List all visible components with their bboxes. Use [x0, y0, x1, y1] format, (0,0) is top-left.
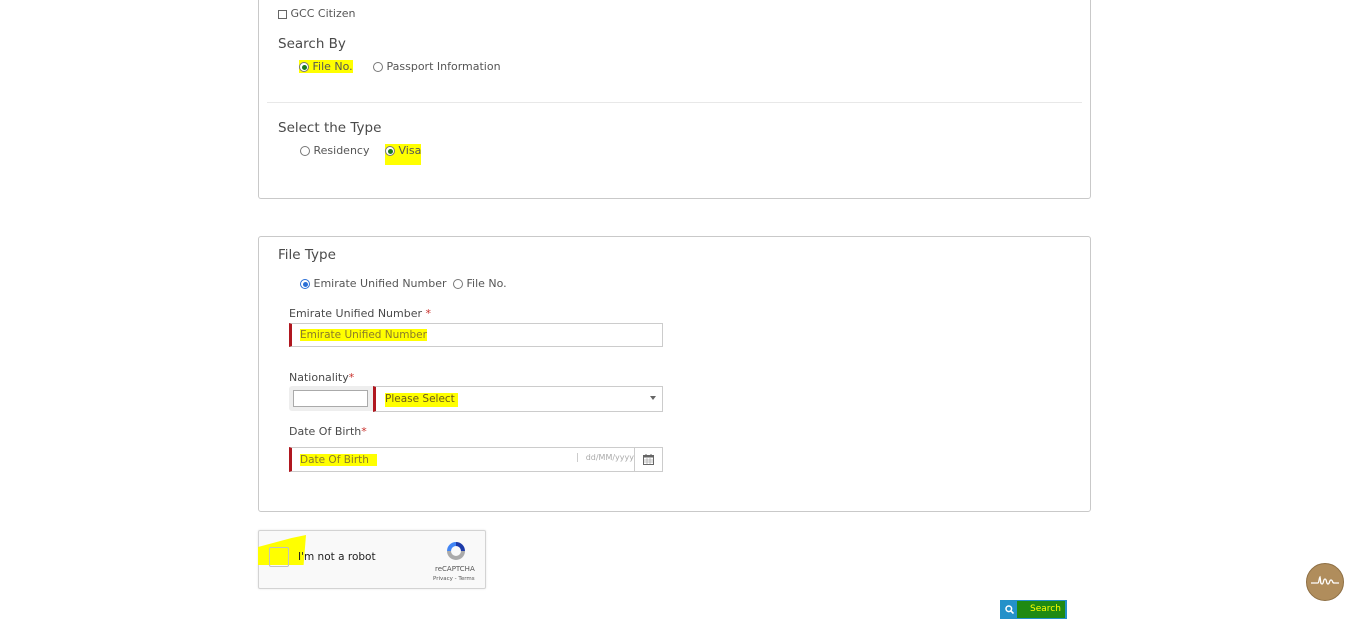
file-type-panel: File Type Emirate Unified Number File No… — [258, 236, 1091, 512]
recaptcha-brand: reCAPTCHA — [435, 565, 475, 573]
radio-icon — [453, 279, 463, 289]
radio-selected-icon — [385, 146, 395, 156]
type-visa-radio[interactable]: Visa — [385, 144, 422, 165]
file-type-heading: File Type — [278, 247, 336, 263]
search-by-file-no-radio[interactable]: File No. — [299, 60, 353, 73]
search-by-passport-radio[interactable]: Passport Information — [373, 60, 501, 73]
radio-icon — [373, 62, 383, 72]
search-button-label: Search — [1030, 604, 1061, 614]
nationality-code-wrapper — [289, 386, 373, 411]
search-button-label-bg: Search — [1017, 601, 1065, 618]
file-type-unified-radio[interactable]: Emirate Unified Number — [300, 277, 447, 290]
nationality-code-input[interactable] — [293, 390, 368, 407]
search-by-heading: Search By — [278, 36, 346, 52]
gcc-citizen-checkbox[interactable]: GCC Citizen — [278, 7, 356, 20]
recaptcha-widget: I'm not a robot reCAPTCHA Privacy - Term… — [258, 530, 486, 589]
nationality-label: Nationality* — [289, 371, 355, 384]
dob-label: Date Of Birth* — [289, 425, 367, 438]
calligraphy-logo-icon — [1311, 575, 1339, 585]
search-icon — [1005, 605, 1014, 614]
dob-input[interactable]: Date Of Birth dd/MM/yyyy — [289, 447, 635, 472]
recaptcha-checkbox[interactable] — [269, 547, 289, 567]
assistant-avatar-button[interactable] — [1306, 563, 1344, 601]
calendar-icon — [643, 454, 654, 465]
search-criteria-panel: GCC Citizen Search By File No. Passport … — [258, 0, 1091, 199]
calendar-button[interactable] — [634, 447, 663, 472]
unified-number-label: Emirate Unified Number * — [289, 307, 432, 320]
search-button[interactable]: Search — [1000, 600, 1067, 619]
gcc-citizen-label: GCC Citizen — [290, 7, 356, 20]
dob-format-hint: dd/MM/yyyy — [576, 453, 634, 462]
radio-icon — [300, 146, 310, 156]
recaptcha-links[interactable]: Privacy - Terms — [433, 576, 475, 582]
section-divider — [267, 102, 1082, 103]
file-type-file-no-radio[interactable]: File No. — [453, 277, 507, 290]
radio-selected-icon — [300, 279, 310, 289]
recaptcha-logo-icon — [447, 542, 465, 560]
recaptcha-label: I'm not a robot — [298, 551, 376, 563]
dropdown-arrow-icon — [650, 396, 656, 400]
select-type-heading: Select the Type — [278, 120, 382, 136]
checkbox-icon — [278, 9, 287, 19]
type-residency-radio[interactable]: Residency — [300, 144, 369, 157]
unified-number-input[interactable]: Emirate Unified Number — [289, 323, 663, 347]
radio-selected-icon — [299, 62, 309, 72]
nationality-select[interactable]: Please Select — [373, 386, 663, 412]
